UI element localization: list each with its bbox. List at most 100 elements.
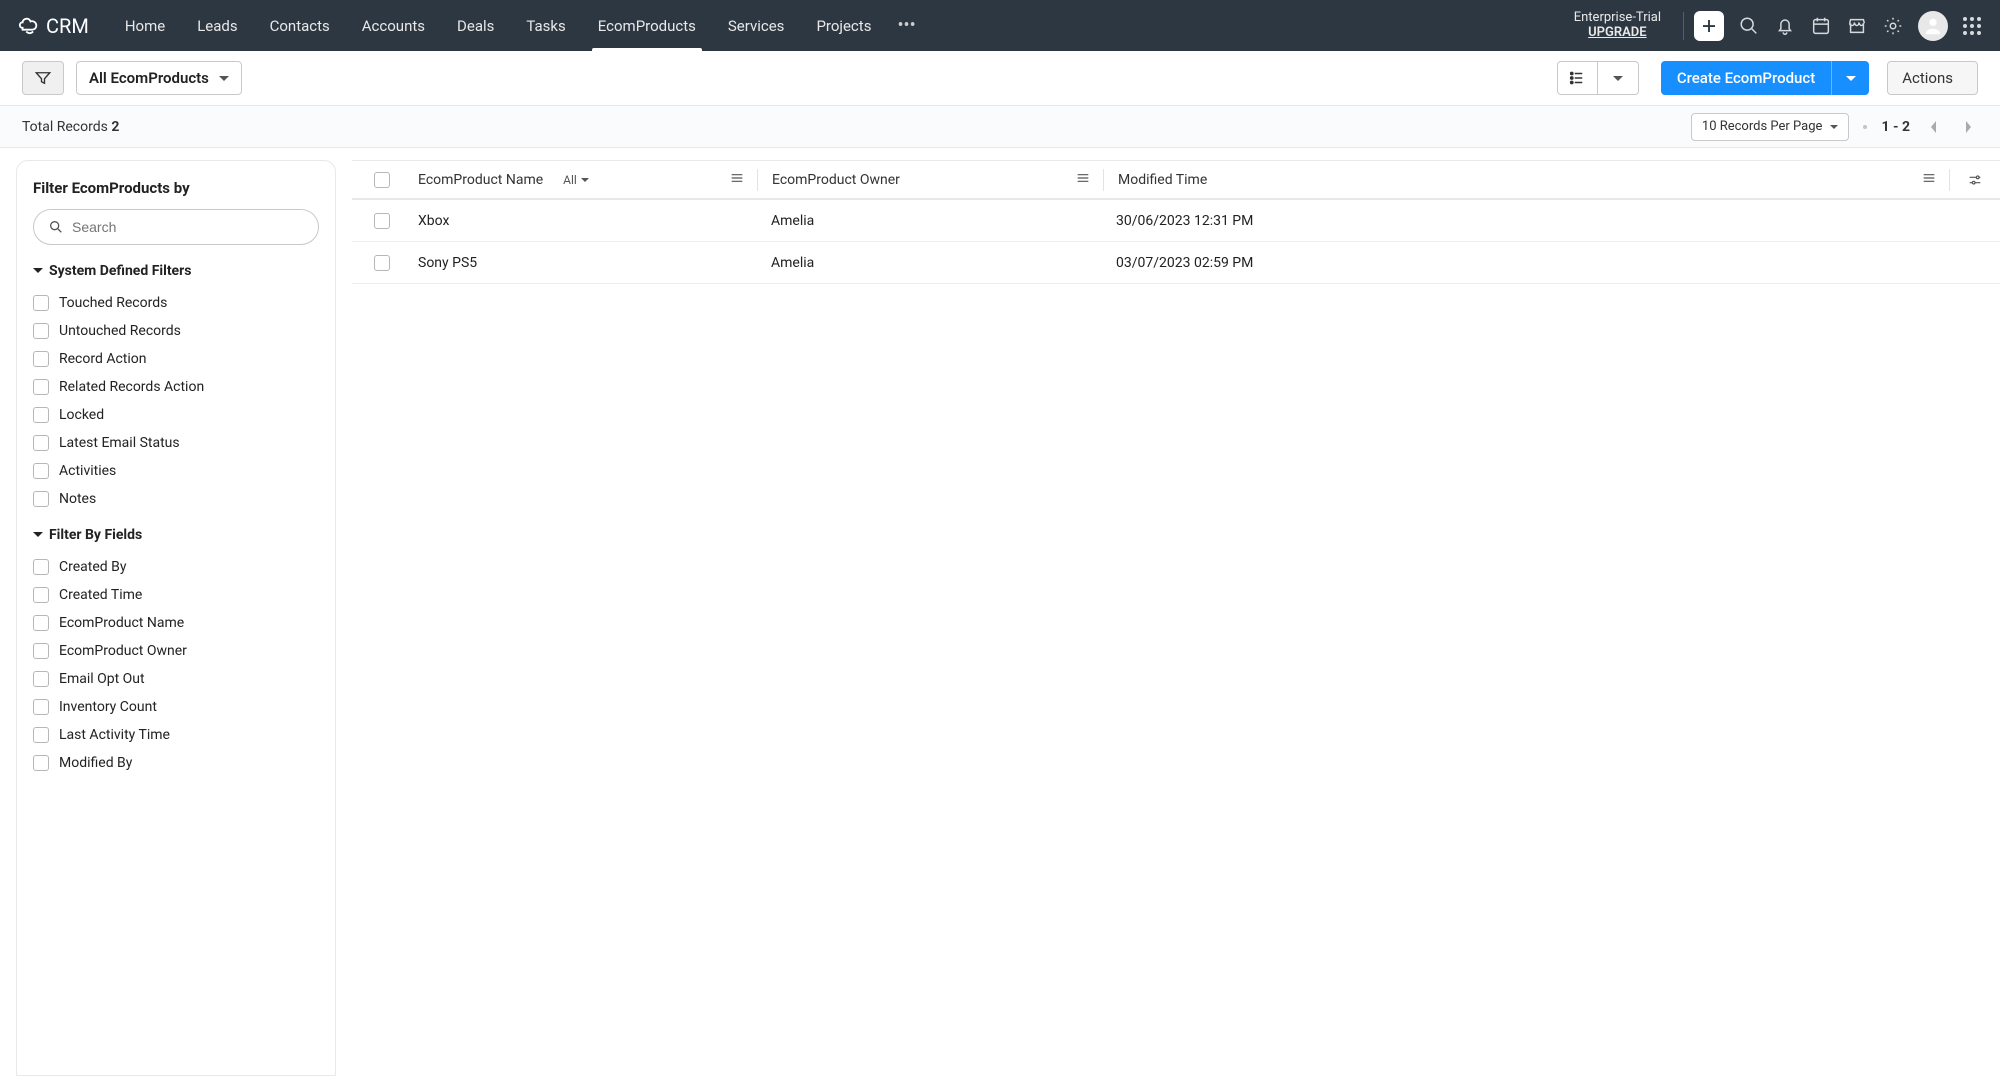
- filter-item[interactable]: Touched Records: [33, 289, 319, 317]
- checkbox[interactable]: [33, 671, 49, 687]
- table-row[interactable]: Xbox Amelia 30/06/2023 12:31 PM: [352, 200, 2000, 242]
- filter-search[interactable]: [33, 209, 319, 245]
- filter-item[interactable]: Latest Email Status: [33, 429, 319, 457]
- column-menu-modified[interactable]: [1921, 170, 1937, 190]
- filter-search-input[interactable]: [72, 219, 304, 235]
- nav-more-icon[interactable]: •••: [887, 15, 925, 36]
- filter-item[interactable]: Inventory Count: [33, 693, 319, 721]
- list-view-button[interactable]: [1558, 62, 1598, 94]
- column-menu-name[interactable]: [729, 170, 745, 190]
- checkbox[interactable]: [33, 435, 49, 451]
- filter-item[interactable]: Modified By: [33, 749, 319, 777]
- caret-down-icon: [1613, 76, 1623, 86]
- brand[interactable]: CRM: [18, 14, 89, 38]
- table-row[interactable]: Sony PS5 Amelia 03/07/2023 02:59 PM: [352, 242, 2000, 284]
- checkbox[interactable]: [33, 643, 49, 659]
- checkbox[interactable]: [33, 587, 49, 603]
- view-selector[interactable]: All EcomProducts: [76, 61, 242, 95]
- select-all-checkbox[interactable]: [374, 172, 390, 188]
- filter-item[interactable]: Created Time: [33, 581, 319, 609]
- hamburger-icon: [1921, 170, 1937, 186]
- cell-name: Sony PS5: [418, 255, 477, 271]
- funnel-icon: [34, 69, 52, 87]
- nav-tab-deals[interactable]: Deals: [441, 0, 510, 51]
- nav-tab-home[interactable]: Home: [109, 0, 181, 51]
- create-dropdown[interactable]: [1831, 61, 1869, 95]
- column-settings-button[interactable]: [1950, 172, 2000, 188]
- add-button[interactable]: [1694, 11, 1724, 41]
- column-header-modified[interactable]: Modified Time: [1118, 172, 1207, 188]
- filter-item[interactable]: Notes: [33, 485, 319, 513]
- column-header-name[interactable]: EcomProduct Name: [418, 172, 543, 188]
- search-icon[interactable]: [1738, 15, 1760, 37]
- checkbox[interactable]: [33, 379, 49, 395]
- filter-title: Filter EcomProducts by: [33, 179, 319, 197]
- filter-item[interactable]: Activities: [33, 457, 319, 485]
- filter-item[interactable]: Related Records Action: [33, 373, 319, 401]
- nav-tab-accounts[interactable]: Accounts: [346, 0, 441, 51]
- create-button[interactable]: Create EcomProduct: [1661, 61, 1831, 95]
- upgrade-link[interactable]: UPGRADE: [1574, 26, 1661, 41]
- page-range: 1 - 2: [1881, 119, 1910, 135]
- checkbox[interactable]: [33, 407, 49, 423]
- avatar[interactable]: [1918, 11, 1948, 41]
- column-name-all-filter[interactable]: All: [563, 173, 589, 187]
- nav-tab-leads[interactable]: Leads: [181, 0, 253, 51]
- nav-tab-services[interactable]: Services: [712, 0, 801, 51]
- checkbox[interactable]: [33, 727, 49, 743]
- column-header-owner[interactable]: EcomProduct Owner: [772, 172, 900, 188]
- total-count: 2: [111, 119, 119, 135]
- bell-icon[interactable]: [1774, 15, 1796, 37]
- checkbox[interactable]: [33, 615, 49, 631]
- checkbox[interactable]: [33, 491, 49, 507]
- filter-item-label: Created Time: [59, 587, 142, 603]
- filter-item[interactable]: Record Action: [33, 345, 319, 373]
- calendar-icon[interactable]: [1810, 15, 1832, 37]
- nav-tab-label: Home: [125, 17, 165, 35]
- nav-tab-label: Accounts: [362, 17, 425, 35]
- toolbar: All EcomProducts Create EcomProduct Acti…: [0, 51, 2000, 106]
- checkbox[interactable]: [33, 699, 49, 715]
- separator-dot: [1863, 125, 1867, 129]
- column-menu-owner[interactable]: [1075, 170, 1091, 190]
- caret-down-icon: [33, 532, 43, 542]
- nav-tab-contacts[interactable]: Contacts: [254, 0, 346, 51]
- filter-item[interactable]: Locked: [33, 401, 319, 429]
- filter-group-system[interactable]: System Defined Filters: [33, 263, 319, 279]
- filter-group-label: System Defined Filters: [49, 263, 191, 279]
- actions-button[interactable]: Actions: [1887, 61, 1978, 95]
- filter-item-label: EcomProduct Owner: [59, 643, 187, 659]
- checkbox[interactable]: [33, 755, 49, 771]
- apps-grid-icon[interactable]: [1962, 16, 1982, 36]
- row-checkbox[interactable]: [374, 213, 390, 229]
- prev-page-button[interactable]: [1924, 120, 1944, 134]
- nav-tab-ecomproducts[interactable]: EcomProducts: [582, 0, 712, 51]
- checkbox[interactable]: [33, 295, 49, 311]
- filter-panel-toggle[interactable]: [22, 61, 64, 95]
- filter-item-label: Touched Records: [59, 295, 167, 311]
- filter-item[interactable]: EcomProduct Owner: [33, 637, 319, 665]
- records-per-page-selector[interactable]: 10 Records Per Page: [1691, 113, 1850, 141]
- next-page-button[interactable]: [1958, 120, 1978, 134]
- nav-tab-tasks[interactable]: Tasks: [510, 0, 581, 51]
- gear-icon[interactable]: [1882, 15, 1904, 37]
- checkbox[interactable]: [33, 463, 49, 479]
- chevron-right-icon: [1963, 120, 1973, 134]
- trial-box: Enterprise-Trial UPGRADE: [1574, 11, 1661, 41]
- view-mode-dropdown[interactable]: [1598, 62, 1638, 94]
- nav-tab-projects[interactable]: Projects: [800, 0, 887, 51]
- filter-group-fields[interactable]: Filter By Fields: [33, 527, 319, 543]
- plus-icon: [1700, 17, 1718, 35]
- checkbox[interactable]: [33, 351, 49, 367]
- checkbox[interactable]: [33, 559, 49, 575]
- filter-item[interactable]: Untouched Records: [33, 317, 319, 345]
- filter-item[interactable]: EcomProduct Name: [33, 609, 319, 637]
- filter-item[interactable]: Email Opt Out: [33, 665, 319, 693]
- row-checkbox[interactable]: [374, 255, 390, 271]
- list-icon: [1568, 69, 1586, 87]
- filter-item[interactable]: Created By: [33, 553, 319, 581]
- filter-item[interactable]: Last Activity Time: [33, 721, 319, 749]
- nav-tab-label: Leads: [197, 17, 237, 35]
- store-icon[interactable]: [1846, 15, 1868, 37]
- checkbox[interactable]: [33, 323, 49, 339]
